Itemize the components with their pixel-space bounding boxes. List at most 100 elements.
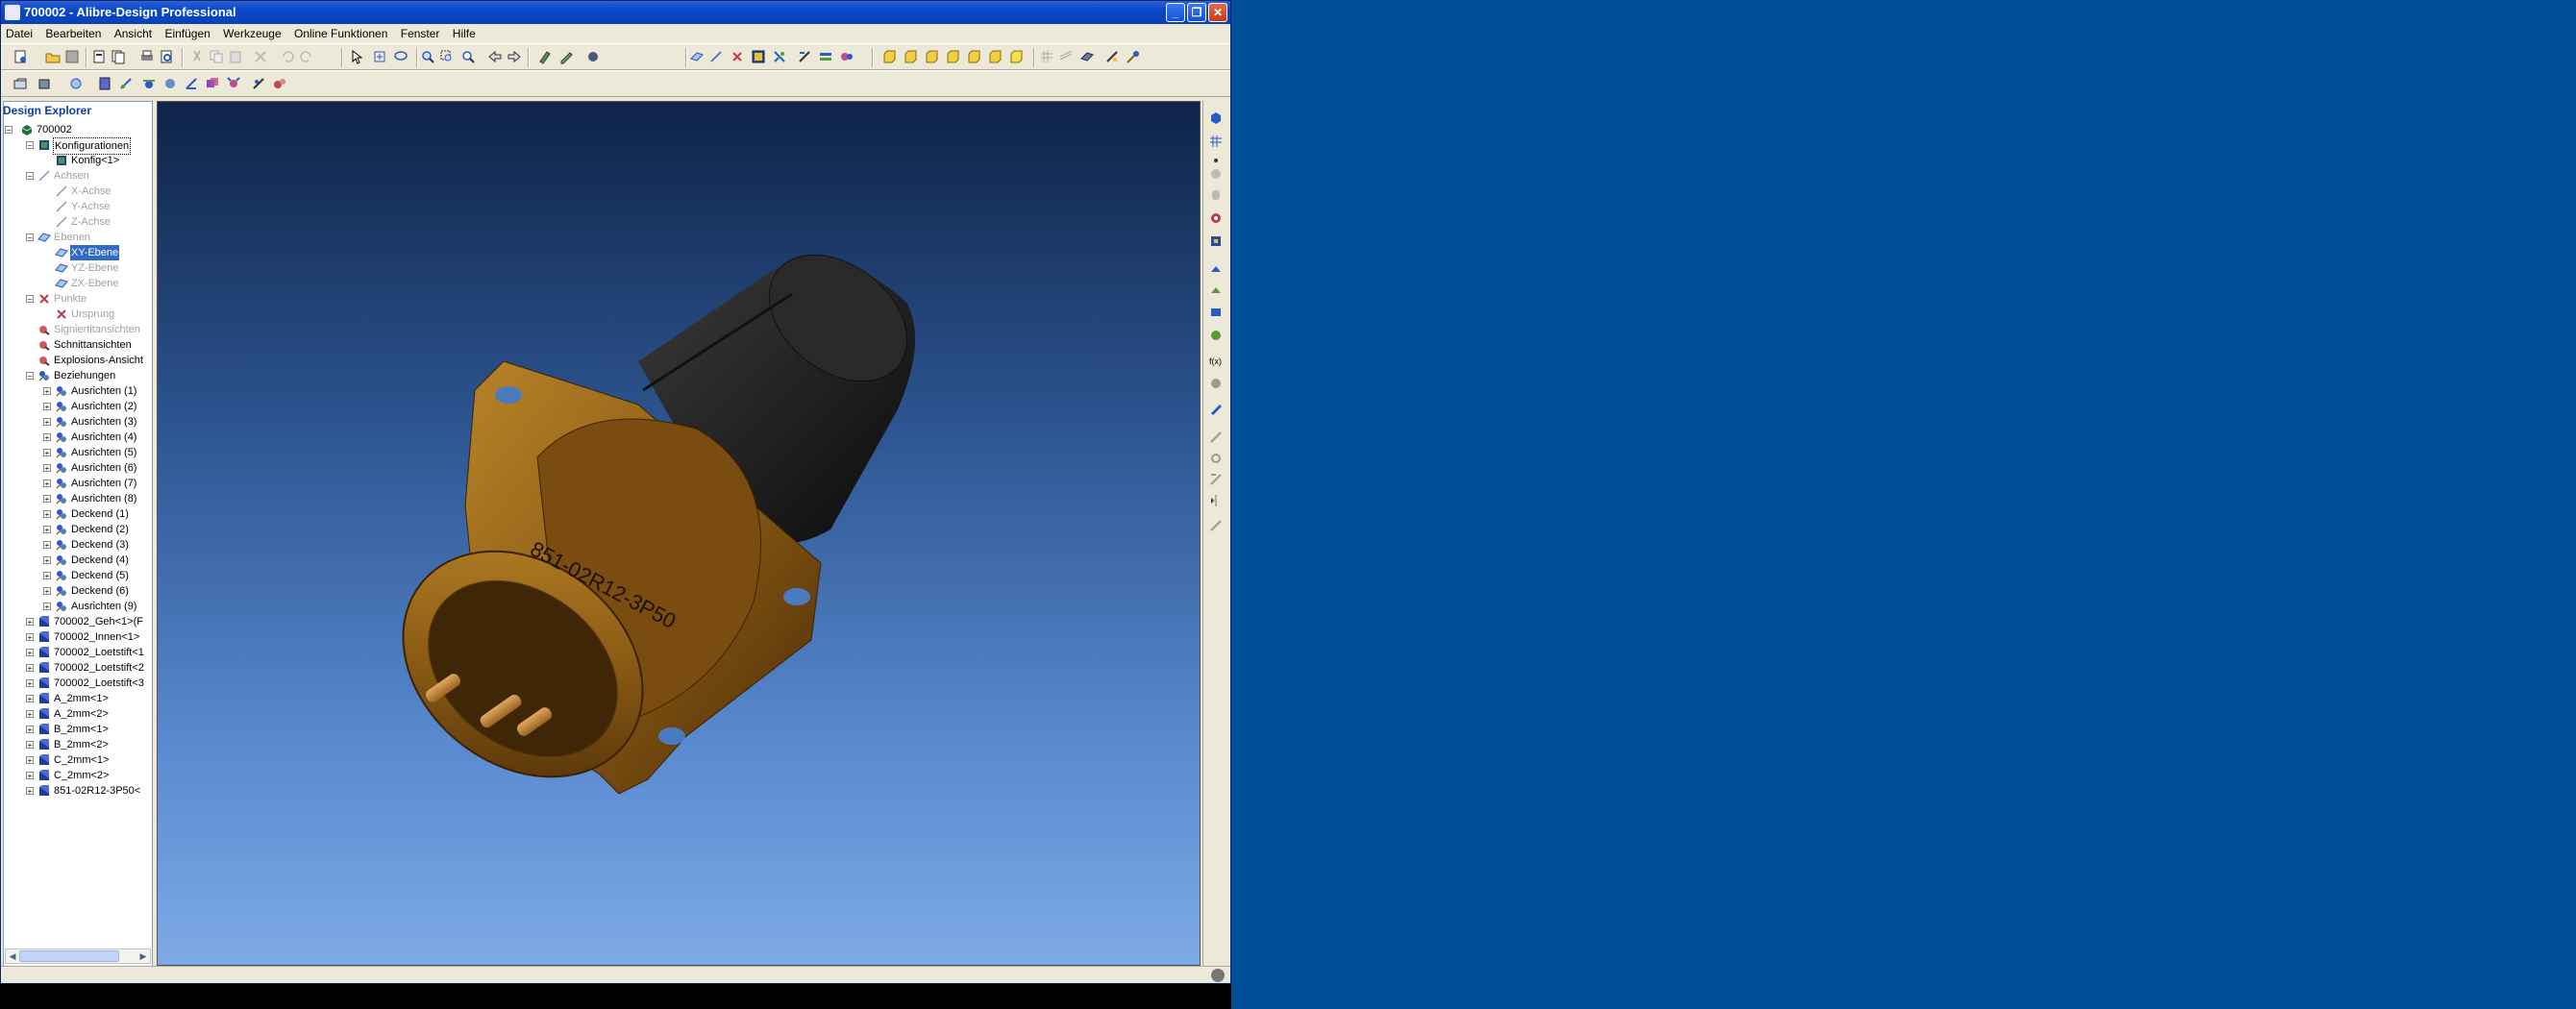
- mate-icon[interactable]: [118, 76, 134, 91]
- tree-node[interactable]: XY-Ebene: [5, 245, 149, 260]
- expander-icon[interactable]: +: [43, 464, 51, 473]
- chamfer-icon[interactable]: [1208, 472, 1224, 487]
- expander-icon[interactable]: +: [26, 710, 34, 719]
- tree-node[interactable]: − 700002: [5, 122, 149, 137]
- draft-icon[interactable]: [1208, 430, 1224, 445]
- tree-node[interactable]: ZX-Ebene: [5, 276, 149, 291]
- tree-node[interactable]: + Ausrichten (3): [5, 414, 149, 430]
- tree-node[interactable]: + B_2mm<1>: [5, 722, 149, 737]
- menu-einfuegen[interactable]: Einfügen: [160, 24, 214, 43]
- view-right-icon[interactable]: [945, 49, 960, 64]
- orient-icon[interactable]: [162, 76, 178, 91]
- sphere-icon[interactable]: [1208, 166, 1224, 182]
- expander-icon[interactable]: +: [26, 679, 34, 688]
- delete-icon[interactable]: [253, 49, 268, 64]
- tree-node[interactable]: + Deckend (2): [5, 522, 149, 537]
- cut-icon[interactable]: [189, 49, 205, 64]
- constraint-icon[interactable]: [772, 49, 787, 64]
- tree-node[interactable]: +700002_Innen<1>: [5, 629, 149, 645]
- tree-node[interactable]: + Deckend (1): [5, 506, 149, 522]
- view-left-icon[interactable]: [924, 49, 939, 64]
- expander-icon[interactable]: +: [43, 433, 51, 442]
- tree-node[interactable]: − Beziehungen: [5, 368, 149, 383]
- tree-node[interactable]: Konfig<1>: [5, 153, 149, 168]
- tree-node[interactable]: + Ausrichten (5): [5, 445, 149, 460]
- tree-node[interactable]: − Achsen: [5, 168, 149, 184]
- shell-icon[interactable]: [1208, 234, 1224, 249]
- expander-icon[interactable]: −: [26, 295, 34, 304]
- loft-icon[interactable]: [1208, 305, 1224, 320]
- point-icon[interactable]: [730, 49, 745, 64]
- table-icon[interactable]: [751, 49, 766, 64]
- copy-icon[interactable]: [209, 49, 224, 64]
- tree-node[interactable]: + Ausrichten (9): [5, 599, 149, 614]
- move-part-icon[interactable]: [68, 76, 84, 91]
- expander-icon[interactable]: +: [43, 403, 51, 411]
- expander-icon[interactable]: +: [43, 603, 51, 611]
- expander-icon[interactable]: +: [43, 387, 51, 396]
- assembly-icon[interactable]: [839, 49, 855, 64]
- view-top-icon[interactable]: [966, 49, 981, 64]
- maximize-button[interactable]: ❐: [1187, 3, 1206, 22]
- tangent-icon[interactable]: [141, 76, 157, 91]
- settings-icon[interactable]: [1104, 49, 1120, 64]
- menu-ansicht[interactable]: Ansicht: [110, 24, 157, 43]
- wizard-icon[interactable]: [1126, 49, 1141, 64]
- open-icon[interactable]: [45, 49, 61, 64]
- tree-horizontal-scrollbar[interactable]: ◀ ▶: [5, 948, 151, 964]
- tree-node[interactable]: − Ebenen: [5, 230, 149, 245]
- grid-icon[interactable]: [1039, 49, 1054, 64]
- tree-node[interactable]: + Deckend (4): [5, 553, 149, 568]
- expander-icon[interactable]: +: [43, 480, 51, 488]
- expander-icon[interactable]: +: [26, 695, 34, 703]
- back-icon[interactable]: [487, 49, 503, 64]
- render-icon[interactable]: [585, 49, 601, 64]
- view-back-icon[interactable]: [903, 49, 918, 64]
- angle-icon[interactable]: [184, 76, 199, 91]
- hole-icon[interactable]: [1208, 451, 1224, 466]
- 3d-viewport[interactable]: 851-02R12-3P50: [157, 101, 1201, 966]
- tree-node[interactable]: Y-Achse: [5, 199, 149, 214]
- tree-node[interactable]: +700002_Geh<1>(F: [5, 614, 149, 629]
- revolve-icon[interactable]: [1208, 210, 1224, 226]
- measure-icon[interactable]: [797, 49, 812, 64]
- print-icon[interactable]: [139, 49, 155, 64]
- tree-node[interactable]: +851-02R12-3P50<: [5, 783, 149, 799]
- select-filter-icon[interactable]: [372, 49, 387, 64]
- tree-node[interactable]: Ursprung: [5, 307, 149, 322]
- equation-icon[interactable]: f(x): [1208, 353, 1224, 368]
- tree-node[interactable]: + Ausrichten (1): [5, 383, 149, 399]
- title-bar[interactable]: 700002 - Alibre-Design Professional _ ❐ …: [1, 1, 1230, 24]
- tree-node[interactable]: + Ausrichten (6): [5, 460, 149, 476]
- menu-hilfe[interactable]: Hilfe: [448, 24, 481, 43]
- lasso-icon[interactable]: [393, 49, 409, 64]
- tree-node[interactable]: Schnittansichten: [5, 337, 149, 353]
- menu-online-funktionen[interactable]: Online Funktionen: [289, 24, 392, 43]
- forward-icon[interactable]: [507, 49, 522, 64]
- redo-icon[interactable]: [299, 49, 314, 64]
- menu-fenster[interactable]: Fenster: [396, 24, 445, 43]
- expander-icon[interactable]: −: [26, 372, 34, 381]
- constraint-align-icon[interactable]: [97, 76, 112, 91]
- tree-node[interactable]: + Deckend (5): [5, 568, 149, 583]
- lines-icon[interactable]: [1058, 49, 1074, 64]
- document-icon[interactable]: [91, 49, 107, 64]
- part-icon[interactable]: [12, 76, 28, 91]
- expander-icon[interactable]: +: [26, 618, 34, 627]
- expander-icon[interactable]: +: [43, 587, 51, 596]
- sketch-tool-icon[interactable]: [537, 49, 553, 64]
- box-icon[interactable]: [37, 76, 53, 91]
- select-cursor-icon[interactable]: [349, 49, 364, 64]
- expander-icon[interactable]: +: [43, 418, 51, 427]
- pattern-icon[interactable]: [1208, 518, 1224, 533]
- grid-view-icon[interactable]: [1208, 134, 1224, 149]
- tree-node[interactable]: +700002_Loetstift<2: [5, 660, 149, 676]
- expander-icon[interactable]: +: [43, 541, 51, 550]
- tree-node[interactable]: + Ausrichten (8): [5, 491, 149, 506]
- expander-icon[interactable]: +: [26, 756, 34, 765]
- part-3d-icon[interactable]: [1208, 111, 1224, 126]
- print-preview-icon[interactable]: [159, 49, 174, 64]
- expander-icon[interactable]: −: [26, 234, 34, 242]
- expander-icon[interactable]: +: [26, 741, 34, 750]
- scroll-right-icon[interactable]: ▶: [136, 949, 150, 963]
